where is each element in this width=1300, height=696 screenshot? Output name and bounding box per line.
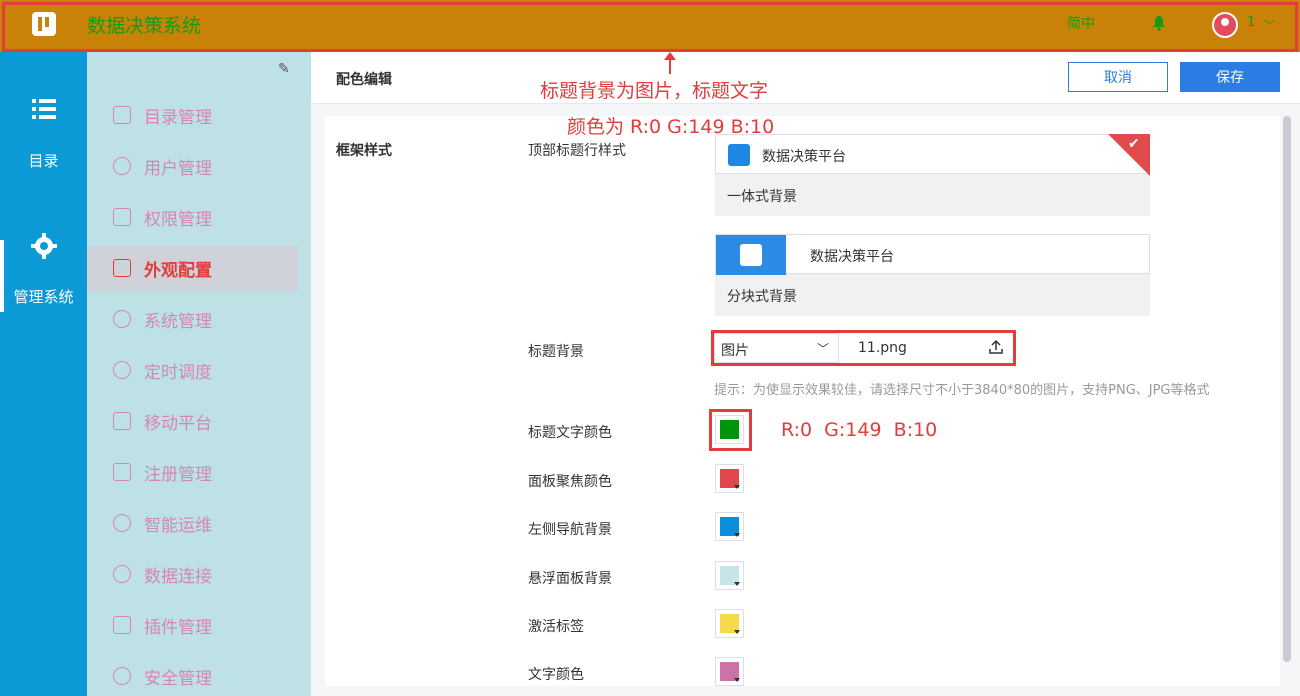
dropdown-caret-icon xyxy=(734,485,740,489)
sidebar-item-ops[interactable]: 智能运维 xyxy=(87,501,298,546)
sidebar-item-label: 目录管理 xyxy=(144,108,212,128)
color-label: 面板聚焦颜色 xyxy=(528,474,612,490)
sidebar-item-label: 用户管理 xyxy=(144,159,212,179)
tablet-icon xyxy=(113,412,131,430)
user-avatar-icon[interactable] xyxy=(1212,12,1238,38)
pin-icon[interactable]: ✎ xyxy=(278,61,290,77)
title-bg-type-value: 图片 xyxy=(721,343,749,359)
annotation-arrow-line xyxy=(669,58,671,74)
color-swatch-left-nav[interactable] xyxy=(715,512,744,541)
style-caption: 分块式背景 xyxy=(727,289,797,305)
annotation-text: 标题背景为图片，标题文字 xyxy=(540,80,769,102)
color-label: 文字颜色 xyxy=(528,667,584,683)
title-bg-hint: 提示：为使显示效果较佳，请选择尺寸不小于3840*80的图片，支持PNG、JPG… xyxy=(714,383,1210,398)
sidebar-item-data-connection[interactable]: 数据连接 xyxy=(87,552,298,597)
dropdown-caret-icon xyxy=(734,678,740,682)
sidebar-item-mobile[interactable]: 移动平台 xyxy=(87,399,298,444)
color-label: 悬浮面板背景 xyxy=(528,571,612,587)
annotation-rgb: R:0 G:149 B:10 xyxy=(781,419,938,441)
puzzle-icon xyxy=(113,616,131,634)
platform-logo-icon xyxy=(716,235,786,275)
sidebar-item-label: 插件管理 xyxy=(144,618,212,638)
app-logo-icon xyxy=(32,12,56,36)
page-title: 配色编辑 xyxy=(336,72,392,88)
catalog-icon xyxy=(113,106,131,124)
top-title-style-label: 顶部标题行样式 xyxy=(528,143,626,159)
color-swatch-panel-focus[interactable] xyxy=(715,464,744,493)
sidebar-item-label: 外观配置 xyxy=(144,261,212,281)
sidebar-item-catalog[interactable]: 目录管理 xyxy=(87,93,298,138)
dropdown-caret-icon xyxy=(734,582,740,586)
cancel-button[interactable]: 取消 xyxy=(1068,62,1168,92)
rail-item-admin[interactable]: 管理系统 xyxy=(0,286,87,307)
network-icon xyxy=(113,514,131,532)
left-rail: 目录 管理系统 xyxy=(0,52,87,696)
title-bg-label: 标题背景 xyxy=(528,344,584,360)
sidebar-item-users[interactable]: 用户管理 xyxy=(87,144,298,189)
link-icon xyxy=(113,565,131,583)
language-switch[interactable]: 简中 xyxy=(1067,13,1095,33)
gear-icon[interactable] xyxy=(31,233,57,259)
sidebar-item-security[interactable]: 安全管理 xyxy=(87,654,298,696)
paint-roller-icon xyxy=(113,259,131,277)
style-preview-bar: 数据决策平台 xyxy=(715,134,1150,174)
platform-name: 数据决策平台 xyxy=(810,249,894,265)
scrollbar[interactable] xyxy=(1283,116,1291,662)
annotation-highlight-swatch xyxy=(709,409,752,451)
style-option-integrated[interactable]: 数据决策平台 一体式背景 xyxy=(715,134,1150,216)
sidebar-item-schedule[interactable]: 定时调度 xyxy=(87,348,298,393)
upload-icon[interactable] xyxy=(988,339,1004,355)
sidebar-item-label: 移动平台 xyxy=(144,414,212,434)
platform-logo-icon xyxy=(728,144,750,166)
lock-icon xyxy=(113,208,131,226)
sidebar-item-label: 权限管理 xyxy=(144,210,212,230)
style-option-blocked[interactable]: 数据决策平台 分块式背景 xyxy=(715,234,1150,316)
sidebar-item-label: 安全管理 xyxy=(144,669,212,689)
gear-icon xyxy=(113,310,131,328)
sidebar-item-label: 定时调度 xyxy=(144,363,212,383)
sidebar-item-label: 数据连接 xyxy=(144,567,212,587)
platform-name: 数据决策平台 xyxy=(762,149,846,165)
sidebar-item-permissions[interactable]: 权限管理 xyxy=(87,195,298,240)
user-name[interactable]: 1 xyxy=(1247,15,1255,30)
dropdown-caret-icon xyxy=(734,630,740,634)
user-icon xyxy=(113,157,131,175)
color-label: 标题文字颜色 xyxy=(528,425,612,441)
save-button[interactable]: 保存 xyxy=(1180,62,1280,92)
chevron-down-icon[interactable]: ﹀ xyxy=(817,340,829,357)
sidebar-item-appearance[interactable]: 外观配置 xyxy=(87,246,298,291)
check-icon: ✔ xyxy=(1128,136,1140,152)
shield-icon xyxy=(113,667,131,685)
sidebar-item-label: 系统管理 xyxy=(144,312,212,332)
annotation-text: 颜色为 R:0 G:149 B:10 xyxy=(567,116,775,138)
title-bg-file-name: 11.png xyxy=(858,340,907,356)
app-title: 数据决策系统 xyxy=(87,15,202,37)
rail-item-catalog[interactable]: 目录 xyxy=(0,150,87,171)
bell-icon[interactable] xyxy=(1152,15,1166,31)
color-swatch-text[interactable] xyxy=(715,657,744,686)
sidebar-item-plugins[interactable]: 插件管理 xyxy=(87,603,298,648)
timer-icon xyxy=(113,361,131,379)
app-root: 数据决策系统 简中 1 ﹀ 目录 管理系统 ✎ 目录管理 用户管理 权限管理 外… xyxy=(0,0,1300,696)
color-label: 激活标签 xyxy=(528,619,584,635)
section-title: 框架样式 xyxy=(336,143,392,159)
dropdown-caret-icon xyxy=(734,533,740,537)
color-swatch-float-panel[interactable] xyxy=(715,561,744,590)
style-caption: 一体式背景 xyxy=(727,189,797,205)
list-icon[interactable] xyxy=(32,98,56,120)
style-preview-bar: 数据决策平台 xyxy=(715,234,1150,275)
sidebar-item-label: 注册管理 xyxy=(144,465,212,485)
sidebar-item-system[interactable]: 系统管理 xyxy=(87,297,298,342)
sidebar-item-label: 智能运维 xyxy=(144,516,212,536)
chevron-down-icon[interactable]: ﹀ xyxy=(1264,17,1275,33)
register-icon xyxy=(113,463,131,481)
color-label: 左侧导航背景 xyxy=(528,522,612,538)
color-swatch-active-tab[interactable] xyxy=(715,609,744,638)
sidebar-item-registration[interactable]: 注册管理 xyxy=(87,450,298,495)
